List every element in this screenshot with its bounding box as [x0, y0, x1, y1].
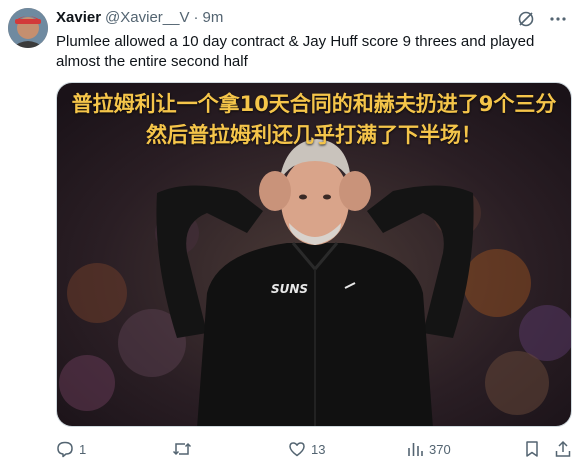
like-count: 13: [311, 441, 326, 457]
bookmark-button[interactable]: [524, 440, 540, 458]
reply-count: 1: [79, 441, 87, 457]
tweet-card[interactable]: Xavier @Xavier__V · 9m Plumlee allowed a…: [0, 0, 580, 461]
tweet-header: Xavier @Xavier__V · 9m: [56, 9, 223, 29]
image-caption: 普拉姆利让一个拿10天合同的和赫夫扔进了9个三分 然后普拉姆利还几乎打满了下半场…: [57, 89, 571, 151]
bookmark-icon: [526, 441, 538, 457]
top-actions: [516, 9, 568, 29]
views-icon: [408, 443, 423, 456]
separator-dot: ·: [193, 9, 199, 26]
reply-button[interactable]: 1: [56, 440, 86, 458]
retweet-icon: [172, 442, 192, 456]
share-icon: [555, 440, 571, 457]
views-count: 370: [429, 441, 451, 457]
tweet-text: Plumlee allowed a 10 day contract & Jay …: [56, 33, 535, 70]
caption-line-2: 然后普拉姆利还几乎打满了下半场！: [146, 123, 482, 147]
like-icon: [289, 442, 305, 457]
author-name[interactable]: Xavier: [56, 9, 101, 26]
action-bar: 1 13 370: [56, 440, 572, 461]
more-icon[interactable]: [548, 9, 568, 29]
jersey-logo: SUNS: [271, 282, 308, 296]
like-button[interactable]: 13: [288, 440, 325, 458]
share-button[interactable]: [554, 440, 572, 458]
grok-icon[interactable]: [516, 9, 536, 29]
tweet-image[interactable]: SUNS 普拉姆利让一个拿10天合同的和赫夫扔进了9个三分 然后普拉姆利还几乎打…: [56, 82, 572, 427]
reply-icon: [57, 441, 73, 458]
views-button[interactable]: 370: [406, 440, 451, 458]
caption-line-1: 普拉姆利让一个拿10天合同的和赫夫扔进了9个三分: [71, 92, 557, 116]
retweet-button[interactable]: [172, 440, 197, 458]
author-handle[interactable]: @Xavier__V: [105, 9, 189, 26]
timestamp[interactable]: 9m: [202, 9, 223, 26]
avatar[interactable]: [8, 8, 48, 48]
